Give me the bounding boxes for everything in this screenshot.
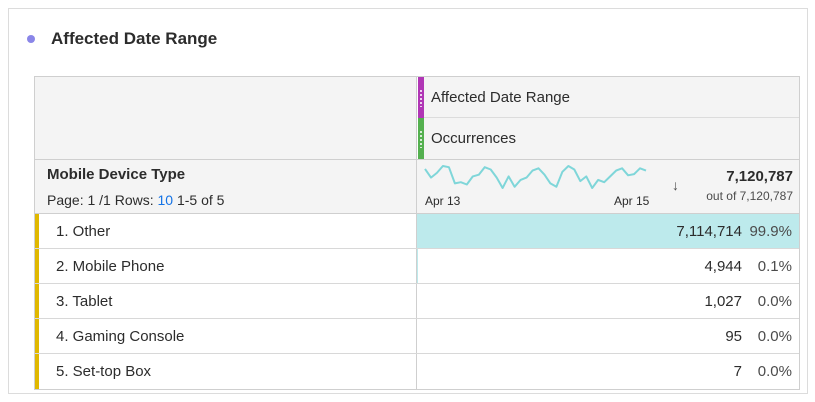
table-row[interactable]: 5. Set-top Box 7 0.0% — [35, 354, 799, 389]
panel-status-dot-icon — [27, 35, 35, 43]
row-metric-cell[interactable]: 4,944 0.1% — [417, 249, 799, 283]
table-row[interactable]: 2. Mobile Phone 4,944 0.1% — [35, 249, 799, 284]
pagination-info: Page: 1 /1 Rows: 10 1-5 of 5 — [47, 192, 224, 208]
row-marker — [35, 319, 39, 353]
metric-label: Occurrences — [431, 130, 517, 147]
breakdown-dimension-header[interactable]: Affected Date Range — [418, 76, 799, 118]
breakdown-dimension-label: Affected Date Range — [431, 88, 570, 106]
row-value: 1,027 — [704, 292, 742, 310]
dimension-header: Mobile Device Type Page: 1 /1 Rows: 10 1… — [35, 159, 417, 214]
sparkline-start-date: Apr 13 — [425, 194, 461, 208]
row-percent: 0.0% — [757, 292, 792, 310]
row-label[interactable]: 3. Tablet — [35, 284, 417, 318]
drag-handle-icon[interactable] — [418, 76, 424, 118]
table-body: 1. Other 7,114,714 99.9% 2. Mobile Phone… — [35, 214, 799, 389]
row-label[interactable]: 2. Mobile Phone — [35, 249, 417, 283]
page-prefix: Page: 1 /1 Rows: — [47, 192, 154, 208]
row-value: 95 — [725, 327, 742, 345]
row-marker — [35, 214, 39, 248]
freeform-panel: Affected Date Range Affected Date Range … — [8, 8, 808, 394]
row-percent: 0.0% — [757, 327, 792, 345]
row-value: 4,944 — [704, 257, 742, 275]
row-label[interactable]: 5. Set-top Box — [35, 354, 417, 389]
metric-summary: Apr 13 Apr 15 ↓ 7,120,787 out of 7,120,7… — [417, 159, 799, 214]
row-metric-cell[interactable]: 7,114,714 99.9% — [417, 214, 799, 248]
row-metric-cell[interactable]: 7 0.0% — [417, 354, 799, 389]
row-percent: 0.1% — [757, 257, 792, 275]
row-range: 1-5 of 5 — [176, 192, 225, 208]
row-label[interactable]: 1. Other — [35, 214, 417, 248]
row-label[interactable]: 4. Gaming Console — [35, 319, 417, 353]
row-percent: 0.0% — [757, 363, 792, 380]
sparkline-end-date: Apr 15 — [614, 194, 650, 208]
table-corner-header — [35, 77, 417, 159]
table-row[interactable]: 4. Gaming Console 95 0.0% — [35, 319, 799, 354]
row-percent: 99.9% — [749, 222, 792, 240]
table-row[interactable]: 1. Other 7,114,714 99.9% — [35, 214, 799, 249]
arrow-down-icon[interactable]: ↓ — [672, 177, 679, 193]
drag-handle-icon[interactable] — [418, 118, 424, 159]
row-marker — [35, 249, 39, 283]
panel-title[interactable]: Affected Date Range — [51, 29, 217, 49]
sparkline-chart — [424, 165, 647, 189]
metric-total: 7,120,787 — [726, 168, 793, 185]
row-marker — [35, 354, 39, 389]
freeform-table: Affected Date Range Occurrences Mobile D… — [34, 76, 800, 390]
rows-per-page-link[interactable]: 10 — [158, 192, 174, 208]
metric-total-out-of: out of 7,120,787 — [706, 189, 793, 203]
panel-header[interactable]: Affected Date Range — [27, 29, 217, 49]
row-value: 7,114,714 — [676, 222, 742, 240]
row-metric-cell[interactable]: 1,027 0.0% — [417, 284, 799, 318]
row-metric-cell[interactable]: 95 0.0% — [417, 319, 799, 353]
dimension-title[interactable]: Mobile Device Type — [47, 166, 185, 183]
row-value: 7 — [733, 363, 742, 380]
row-marker — [35, 284, 39, 318]
table-row[interactable]: 3. Tablet 1,027 0.0% — [35, 284, 799, 319]
metric-header[interactable]: Occurrences — [418, 118, 799, 159]
sparkline-line — [424, 165, 647, 189]
